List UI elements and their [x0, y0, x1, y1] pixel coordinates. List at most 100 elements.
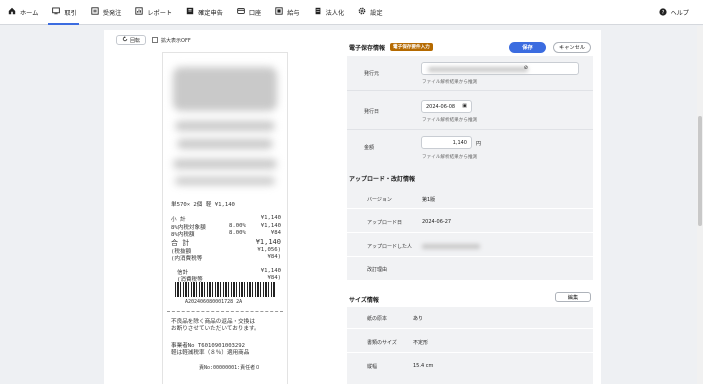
issuer-label: 発行元	[364, 71, 380, 77]
receipt-barcode-text: A202406080001728 2A	[185, 299, 243, 305]
doc-size-value: 不定形	[413, 340, 429, 346]
receipt-item-line: 単570× 2個 軽 ¥1,140	[171, 202, 235, 208]
row-divider	[347, 352, 593, 353]
upload-fields: バージョン 第1版 アップロード日 2024-06-27 アップロードした人 改…	[347, 188, 593, 280]
save-button[interactable]: 保存	[509, 42, 546, 53]
nav-transactions-label: 取引	[64, 9, 77, 17]
receipt-tax-rate: 8.00%	[229, 230, 246, 236]
blurred-text	[175, 121, 275, 131]
payroll-icon	[275, 7, 283, 17]
row-divider	[347, 129, 593, 130]
receipt-credit-tax: ¥84)	[267, 275, 281, 281]
document-panel: 回転 拡大表示OFF 単570× 2個 軽 ¥1,140 小 計 ¥1,140 …	[104, 30, 601, 384]
preview-toolbar: 回転 拡大表示OFF	[116, 35, 191, 45]
receipt-excl: ¥1,056)	[257, 247, 281, 253]
paper-original-label: 紙の原本	[367, 316, 388, 322]
receipt-tax-label: 8%内税額	[171, 232, 195, 238]
nav-reports-label: レポート	[147, 9, 173, 17]
height-value: 15.4 cm	[413, 363, 434, 369]
upload-title: アップロード・改訂情報	[349, 176, 416, 183]
receipt-image: 単570× 2個 軽 ¥1,140 小 計 ¥1,140 8%内税対象額 8.0…	[162, 52, 288, 384]
receipt-credit: ¥1,140	[260, 268, 281, 274]
receipt-total: ¥1,140	[255, 238, 281, 246]
clear-icon[interactable]: ⊘	[524, 65, 528, 71]
blurred-logo	[173, 67, 277, 111]
nav-settings[interactable]: 設定	[350, 0, 388, 25]
amount-input[interactable]: 1,140	[421, 136, 472, 149]
top-nav: ホーム 取引 受発注 レポート 確定申告 口座 給与 法人化 設定 ? ヘルプ	[0, 0, 703, 25]
nav-tax-return-label: 確定申告	[198, 9, 223, 17]
nav-payroll-label: 給与	[287, 9, 300, 17]
date-hint: ファイル解析結果から推測	[422, 118, 478, 123]
revision-reason-label: 改訂理由	[367, 267, 388, 273]
nav-reports[interactable]: レポート	[127, 0, 178, 25]
receipt-staff: 責No:00000001:責任者０	[199, 365, 261, 371]
blurred-issuer	[428, 67, 528, 72]
receipt-subtotal-label: 小 計	[171, 217, 186, 223]
issuer-hint: ファイル解析結果から推測	[422, 80, 478, 85]
gear-icon	[358, 7, 366, 17]
amount-hint: ファイル解析結果から推測	[422, 155, 478, 160]
help-label: ヘルプ	[670, 10, 689, 17]
nav-help[interactable]: ? ヘルプ	[659, 0, 689, 25]
zoom-toggle[interactable]: 拡大表示OFF	[152, 37, 191, 44]
edoc-badge: 電子保存要件入力	[390, 43, 433, 51]
blurred-text	[175, 177, 275, 185]
nav-orders[interactable]: 受発注	[83, 0, 128, 25]
cancel-button[interactable]: キャンセル	[553, 42, 591, 53]
rotate-button[interactable]: 回転	[116, 35, 147, 45]
receipt-target-value: ¥1,140	[260, 223, 281, 229]
help-icon: ?	[659, 7, 668, 18]
paper-original-value: あり	[413, 316, 424, 322]
edoc-fields: 発行元 ⊘ ファイル解析結果から推測 発行日 2024-06-08 ▣ ファイル…	[347, 56, 593, 192]
edoc-title: 電子保存情報	[349, 45, 386, 52]
nav-incorporation-label: 法人化	[325, 9, 345, 17]
size-title: サイズ情報	[349, 297, 379, 304]
nav-transactions[interactable]: 取引	[44, 0, 82, 25]
date-label: 発行日	[364, 109, 380, 115]
receipt-incl: ¥84)	[267, 254, 281, 260]
version-label: バージョン	[367, 197, 392, 203]
upload-date-label: アップロード日	[367, 220, 403, 226]
credit-card-icon	[237, 7, 245, 17]
zoom-label: 拡大表示OFF	[161, 37, 191, 44]
blurred-uploader	[422, 244, 480, 249]
row-divider	[347, 208, 593, 209]
scrollbar-thumb[interactable]	[698, 116, 702, 226]
receipt-subtotal: ¥1,140	[260, 215, 281, 221]
page-scrollbar[interactable]	[697, 26, 703, 384]
home-icon	[8, 7, 16, 17]
nav-incorporation[interactable]: 法人化	[306, 0, 351, 25]
date-input[interactable]: 2024-06-08 ▣	[421, 100, 472, 113]
version-value: 第1版	[422, 197, 436, 203]
nav-payroll[interactable]: 給与	[267, 0, 305, 25]
edit-size-button[interactable]: 編集	[555, 292, 591, 302]
nav-home[interactable]: ホーム	[0, 0, 44, 25]
row-divider	[347, 232, 593, 233]
building-icon	[314, 7, 322, 17]
issuer-input[interactable]: ⊘	[421, 62, 579, 75]
upload-date-value: 2024-06-27	[422, 219, 452, 225]
nav-tax-return[interactable]: 確定申告	[178, 0, 229, 25]
nav-settings-label: 設定	[370, 9, 383, 17]
zoom-checkbox[interactable]	[152, 37, 159, 43]
rotate-label: 回転	[130, 37, 141, 44]
rotate-icon	[122, 36, 128, 44]
receipt-incl-label: (内消費税等	[171, 256, 203, 262]
calendar-icon[interactable]: ▣	[462, 103, 467, 109]
monitor-icon	[52, 7, 61, 17]
tax-return-icon	[186, 7, 194, 17]
receipt-divider	[167, 311, 283, 312]
receipt-barcode	[175, 282, 275, 297]
nav-orders-label: 受発注	[102, 9, 122, 17]
size-fields: 紙の原本 あり 書類のサイズ 不定形 縦幅 15.4 cm	[347, 307, 593, 384]
svg-text:?: ?	[662, 9, 665, 15]
row-divider	[347, 328, 593, 329]
doc-size-label: 書類のサイズ	[367, 340, 397, 346]
row-divider	[347, 256, 593, 257]
amount-value: 1,140	[452, 139, 467, 146]
report-icon	[135, 7, 143, 17]
nav-accounts[interactable]: 口座	[229, 0, 267, 25]
blurred-text	[173, 159, 277, 169]
receipt-note-2: お断りさせていただいております。	[171, 326, 260, 332]
